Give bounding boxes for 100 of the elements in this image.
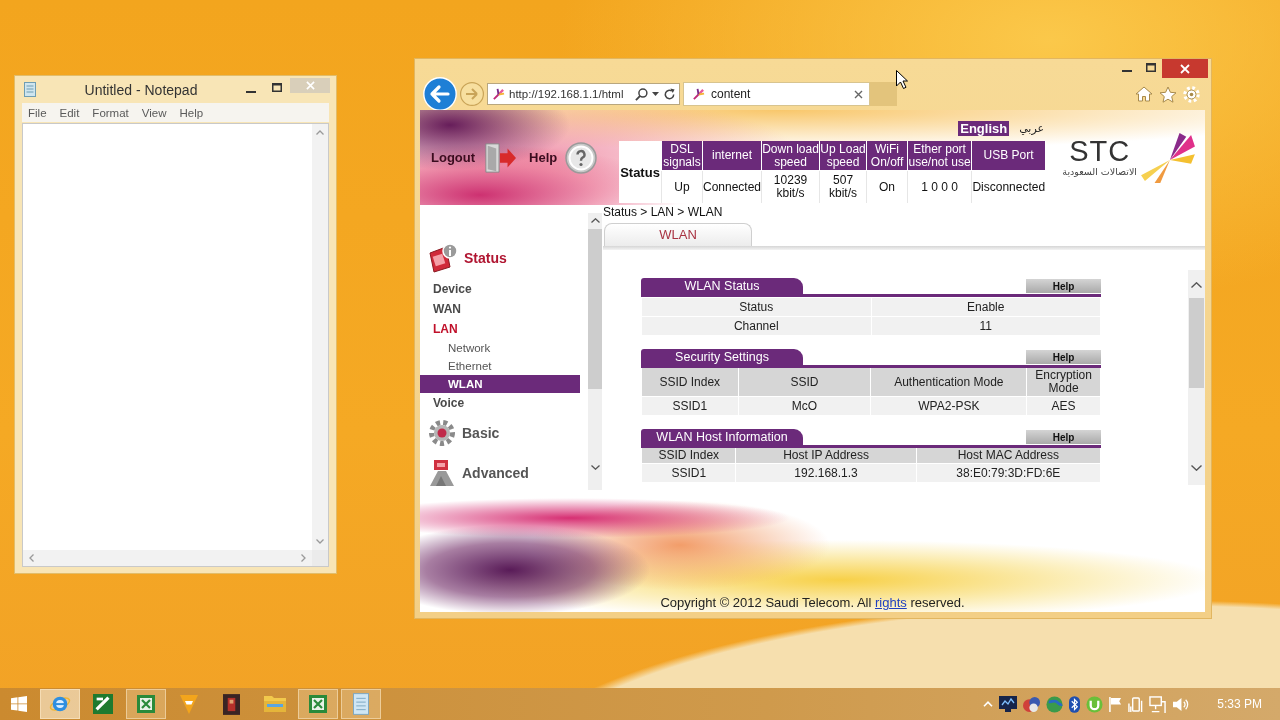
copyright-text: Copyright © 2012 Saudi Telecom. All rights reserved. (660, 595, 965, 611)
slash-tile-icon (92, 694, 113, 714)
table-cell: 10239 kbit/s (761, 170, 820, 203)
rights-link[interactable]: rights (875, 595, 907, 610)
nav-item[interactable]: WAN (420, 299, 580, 319)
close-icon (305, 81, 315, 90)
refresh-icon[interactable] (663, 87, 676, 101)
menu-item[interactable]: View (141, 106, 167, 119)
column-header: SSID Index (641, 368, 739, 397)
close-icon[interactable] (854, 89, 863, 99)
x-tile-icon (308, 695, 327, 713)
cone-icon (179, 694, 198, 714)
scroll-thumb[interactable] (1189, 298, 1204, 388)
nav-subitem[interactable]: Ethernet (420, 357, 580, 375)
scroll-thumb[interactable] (588, 229, 602, 389)
table-cell: 507 kbit/s (819, 170, 867, 203)
windows-logo-icon[interactable] (11, 696, 27, 712)
menu-item[interactable]: Format (92, 106, 129, 119)
taskbar-button[interactable] (297, 689, 338, 719)
language-link[interactable]: عربي (1019, 121, 1045, 136)
close-button[interactable] (1162, 59, 1208, 78)
scrollbar[interactable] (1188, 270, 1205, 485)
scroll-right-icon[interactable] (301, 554, 306, 562)
table-cell: Up (661, 170, 703, 203)
language-link[interactable]: English (958, 121, 1010, 136)
status-label: Status (619, 141, 662, 203)
address-text: http://192.168.1.1/html (509, 88, 625, 100)
dark-tile-icon (223, 693, 240, 715)
logout-link[interactable]: Logout (431, 141, 518, 174)
browser-tab[interactable]: content (683, 82, 870, 106)
globe-icon[interactable] (1046, 695, 1064, 713)
chevron-up-icon[interactable] (983, 701, 994, 707)
favicon-icon (692, 87, 705, 101)
taskbar-button[interactable] (125, 689, 166, 719)
home-icon[interactable] (1135, 86, 1153, 102)
table-cell: 1 0 0 0 (907, 170, 972, 203)
menu-item[interactable]: Edit (59, 106, 80, 119)
minimize-icon[interactable] (1122, 69, 1132, 72)
menu-section[interactable]: Status (420, 240, 580, 276)
scrollbar[interactable] (23, 550, 312, 566)
menu-item[interactable]: Help (179, 106, 204, 119)
scroll-down-icon[interactable] (590, 465, 600, 470)
scroll-up-icon[interactable] (590, 218, 600, 223)
section-title: WLAN Status (641, 278, 803, 294)
help-button[interactable]: Help (1026, 279, 1101, 293)
section-title: WLAN Host Information (641, 429, 803, 445)
notepad-icon (24, 82, 36, 97)
settings-icon[interactable] (1183, 85, 1200, 103)
close-icon (1180, 63, 1190, 74)
overlapping-circles-icon[interactable] (1023, 696, 1041, 712)
cursor-icon (896, 70, 908, 89)
u-badge-icon[interactable] (1086, 695, 1104, 713)
column-header: WiFi On/off (866, 141, 908, 171)
menu-item[interactable]: File (28, 106, 47, 119)
caret-down-icon[interactable] (652, 92, 659, 96)
gear-icon (428, 419, 456, 447)
scroll-up-icon[interactable] (1191, 282, 1202, 288)
network-icon[interactable] (1149, 695, 1167, 713)
logo-tagline: الاتصالات السعودية (1062, 165, 1137, 178)
column-header: Host IP Address (735, 448, 917, 464)
address-field[interactable]: http://192.168.1.1/html (487, 83, 680, 105)
column-header: Ether port use/not use (907, 141, 972, 171)
help-link[interactable]: Help (529, 141, 598, 174)
help-button[interactable]: Help (1026, 350, 1101, 364)
maximize-icon[interactable] (1146, 62, 1156, 72)
table-cell: On (866, 170, 908, 203)
folder-icon (263, 696, 286, 712)
table-cell: SSID1 (641, 463, 736, 483)
window-title: Untitled - Notepad (83, 81, 199, 98)
menu-section[interactable]: Basic (420, 413, 580, 453)
section-title: Security Settings (641, 349, 803, 365)
phone-icon[interactable] (1128, 696, 1144, 712)
breadcrumb: Status > LAN > WLAN (603, 205, 724, 219)
column-header: Authentication Mode (871, 368, 1027, 397)
minimize-icon[interactable] (246, 90, 256, 93)
notepad-icon (352, 693, 369, 715)
taskbar-button[interactable] (39, 689, 80, 719)
speaker-icon[interactable] (1172, 696, 1190, 712)
bluetooth-icon[interactable] (1069, 695, 1081, 713)
star-icon[interactable] (1159, 85, 1177, 103)
monitor-icon[interactable] (999, 696, 1018, 712)
tab[interactable]: WLAN (604, 223, 752, 246)
column-header: Down load speed (761, 141, 820, 171)
help-button[interactable]: Help (1026, 430, 1101, 444)
flag-icon[interactable] (1109, 696, 1123, 712)
column-header: internet (702, 141, 762, 171)
nav-item[interactable]: Voice (420, 393, 580, 413)
nav-subitem[interactable]: Network (420, 339, 580, 357)
nav-subitem[interactable]: WLAN (420, 375, 580, 393)
scrollbar[interactable] (588, 213, 602, 490)
x-tile-icon (136, 695, 155, 713)
nav-item[interactable]: LAN (420, 319, 580, 339)
search-icon[interactable] (635, 87, 648, 101)
scroll-down-icon[interactable] (1191, 465, 1202, 471)
menu-section[interactable]: Advanced (420, 453, 580, 490)
column-header: Encryption Mode (1026, 368, 1101, 397)
maximize-icon[interactable] (272, 83, 282, 92)
column-header: SSID Index (641, 448, 736, 464)
nav-item[interactable]: Device (420, 279, 580, 299)
scroll-left-icon[interactable] (29, 554, 34, 562)
